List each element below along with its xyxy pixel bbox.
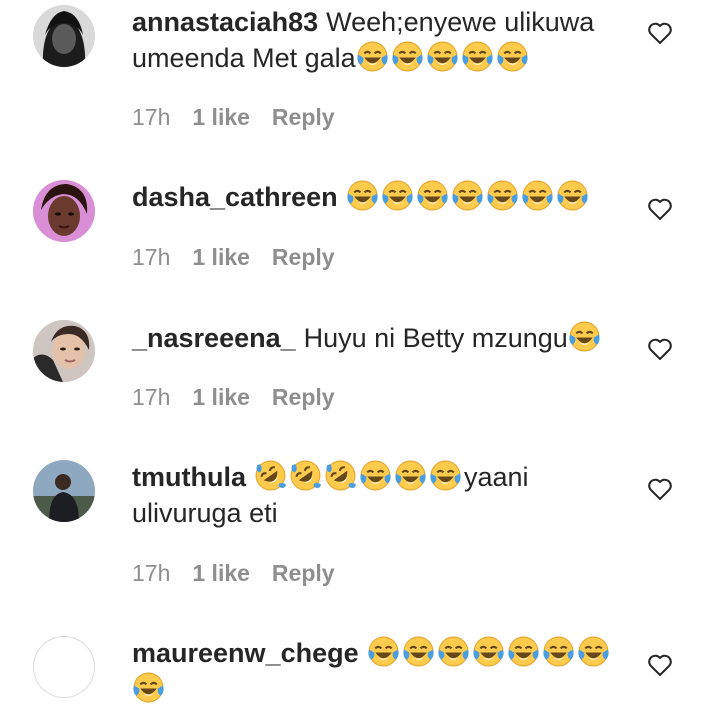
reply-button[interactable]: Reply <box>272 384 335 410</box>
comment-text: Huyu ni Betty mzungu <box>303 323 568 353</box>
like-count[interactable]: 1 like <box>192 560 250 586</box>
face-tears-of-joy-icon <box>541 635 575 668</box>
comment-body: annastaciah83 Weeh;enyewe ulikuwa umeenda… <box>132 4 632 76</box>
face-tears-of-joy-icon <box>555 179 589 212</box>
comment-meta: 17h 1 like Reply <box>132 383 357 411</box>
avatar[interactable] <box>33 460 95 522</box>
face-tears-of-joy-icon <box>450 179 484 212</box>
comment-time: 17h <box>132 560 171 586</box>
face-tears-of-joy-icon <box>471 635 505 668</box>
avatar-photo <box>33 5 95 67</box>
heart-icon[interactable] <box>647 652 673 678</box>
heart-icon[interactable] <box>647 476 673 502</box>
heart-icon[interactable] <box>647 196 673 222</box>
comment-username[interactable]: annastaciah83 <box>132 7 318 37</box>
comment-time: 17h <box>132 244 171 270</box>
face-tears-of-joy-icon <box>366 635 400 668</box>
comment-meta: 17h 1 like Reply <box>132 243 357 271</box>
like-count[interactable]: 1 like <box>192 244 250 270</box>
rolling-on-floor-laughing-icon <box>254 459 287 492</box>
comment-meta: 17h 1 like Reply <box>132 559 357 587</box>
reply-button[interactable]: Reply <box>272 560 335 586</box>
face-tears-of-joy-icon <box>461 40 494 73</box>
avatar-photo <box>33 180 95 242</box>
comment-body: _nasreeena_ Huyu ni Betty mzungu <box>132 320 632 356</box>
face-tears-of-joy-icon <box>436 635 470 668</box>
comment-time: 17h <box>132 104 171 130</box>
face-tears-of-joy-icon <box>568 320 601 353</box>
face-tears-of-joy-icon <box>485 179 519 212</box>
face-tears-of-joy-icon <box>391 40 424 73</box>
comment-body: tmuthula yaani ulivuruga eti <box>132 459 632 531</box>
face-tears-of-joy-icon <box>520 179 554 212</box>
avatar[interactable] <box>33 320 95 382</box>
face-tears-of-joy-icon <box>506 635 540 668</box>
face-tears-of-joy-icon <box>359 459 392 492</box>
rolling-on-floor-laughing-icon <box>289 459 322 492</box>
rolling-on-floor-laughing-icon <box>324 459 357 492</box>
like-count[interactable]: 1 like <box>192 104 250 130</box>
avatar[interactable] <box>33 5 95 67</box>
heart-icon[interactable] <box>647 20 673 46</box>
avatar[interactable] <box>33 636 95 698</box>
avatar[interactable] <box>33 180 95 242</box>
face-tears-of-joy-icon <box>356 40 389 73</box>
reply-button[interactable]: Reply <box>272 104 335 130</box>
face-tears-of-joy-icon <box>415 179 449 212</box>
avatar-photo <box>33 460 95 522</box>
face-tears-of-joy-icon <box>429 459 462 492</box>
face-tears-of-joy-icon <box>132 671 165 704</box>
face-tears-of-joy-icon <box>496 40 529 73</box>
face-tears-of-joy-icon <box>426 40 459 73</box>
face-tears-of-joy-icon <box>345 179 379 212</box>
comment-username[interactable]: dasha_cathreen <box>132 182 338 212</box>
reply-button[interactable]: Reply <box>272 244 335 270</box>
face-tears-of-joy-icon <box>380 179 414 212</box>
heart-icon[interactable] <box>647 336 673 362</box>
comment-body: dasha_cathreen <box>132 179 632 215</box>
face-tears-of-joy-icon <box>394 459 427 492</box>
face-tears-of-joy-icon <box>576 635 610 668</box>
comment-username[interactable]: tmuthula <box>132 462 246 492</box>
comment-username[interactable]: maureenw_chege <box>132 638 359 668</box>
face-tears-of-joy-icon <box>401 635 435 668</box>
comment-meta: 17h 1 like Reply <box>132 103 357 131</box>
comment-time: 17h <box>132 384 171 410</box>
like-count[interactable]: 1 like <box>192 384 250 410</box>
avatar-photo <box>33 320 95 382</box>
comment-username[interactable]: _nasreeena_ <box>132 323 296 353</box>
comment-body: maureenw_chege <box>132 635 632 707</box>
